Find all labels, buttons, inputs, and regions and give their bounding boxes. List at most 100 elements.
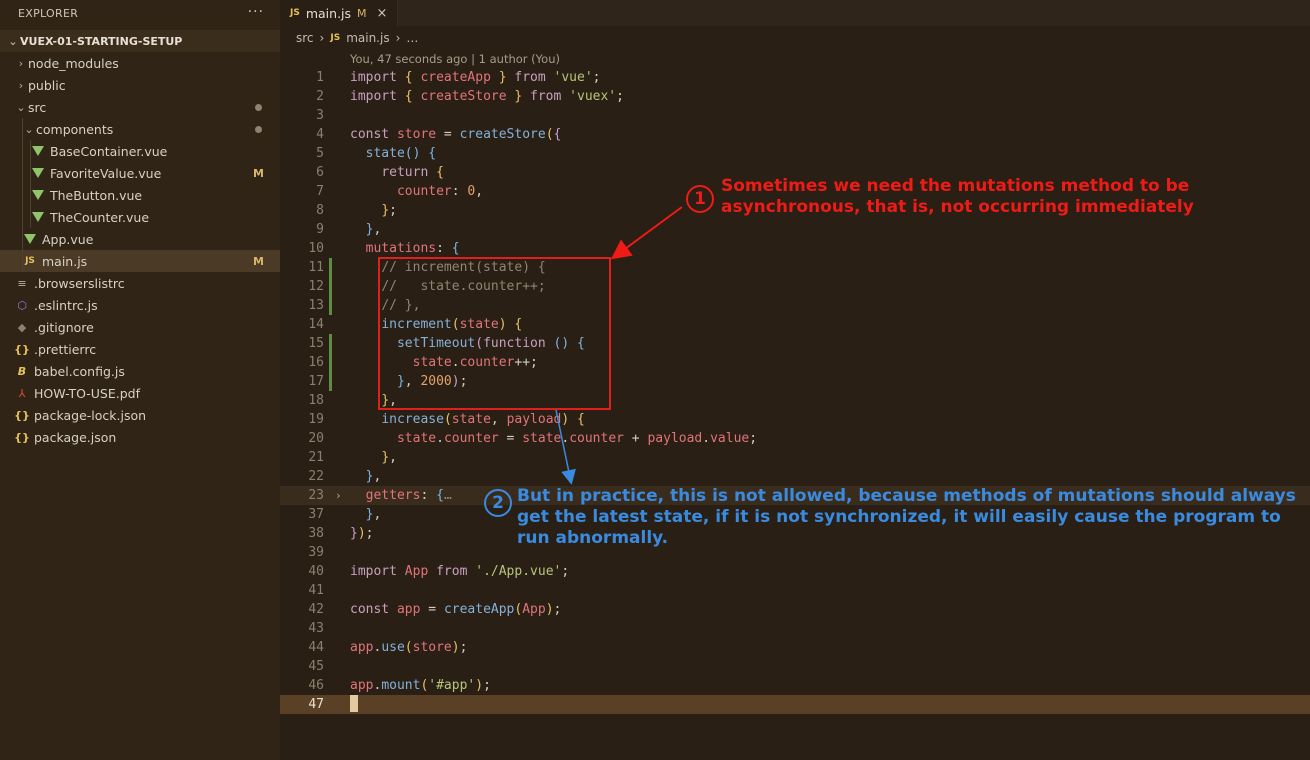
code-text: }, <box>365 469 382 484</box>
tree-item-label: babel.config.js <box>34 363 125 379</box>
code-text: import { createApp } from 'vue'; <box>350 70 601 85</box>
indent-guide <box>22 162 23 184</box>
code-line[interactable]: 45 <box>280 657 1310 676</box>
code-line[interactable]: 9 }, <box>280 220 1310 239</box>
line-number: 2 <box>316 89 324 104</box>
indent-guide <box>22 184 23 206</box>
code-line[interactable]: 3 <box>280 106 1310 125</box>
tree-item[interactable]: ⌄ src <box>0 96 280 118</box>
chevron-right-icon: › <box>395 31 401 45</box>
code-line[interactable]: 41 <box>280 581 1310 600</box>
code-line[interactable]: 1 import { createApp } from 'vue'; <box>280 68 1310 87</box>
code-line[interactable]: 2 import { createStore } from 'vuex'; <box>280 87 1310 106</box>
fold-chevron-icon[interactable]: › <box>335 486 342 505</box>
tab-bar: JS main.js M × <box>280 0 1310 26</box>
tree-item[interactable]: Bbabel.config.js <box>0 360 280 382</box>
vue-file-icon <box>22 231 38 247</box>
tree-item[interactable]: {} package-lock.json <box>0 404 280 426</box>
code-line[interactable]: 19 increase(state, payload) { <box>280 410 1310 429</box>
line-number: 9 <box>316 222 324 237</box>
close-icon[interactable]: × <box>377 6 388 21</box>
json-file-icon: {} <box>14 342 30 356</box>
tree-item-label: node_modules <box>28 55 119 71</box>
vue-file-icon <box>30 165 46 181</box>
tree-item[interactable]: {} package.json <box>0 426 280 448</box>
line-number: 46 <box>308 678 324 693</box>
code-text: import App from './App.vue'; <box>350 564 570 579</box>
code-text: return { <box>381 165 444 180</box>
code-text: }; <box>381 203 397 218</box>
line-number: 40 <box>308 564 324 579</box>
tree-item-label: .eslintrc.js <box>34 297 98 313</box>
code-line[interactable]: 22 }, <box>280 467 1310 486</box>
git-blame-lens[interactable]: You, 47 seconds ago | 1 author (You) <box>350 52 560 66</box>
breadcrumb-file[interactable]: main.js <box>346 31 389 45</box>
modified-dot-icon <box>255 125 262 133</box>
tree-item[interactable]: › node_modules <box>0 52 280 74</box>
annotation-1-text: Sometimes we need the mutations method t… <box>721 176 1194 217</box>
breadcrumb-src[interactable]: src <box>296 31 314 45</box>
code-text: }, <box>381 450 397 465</box>
more-actions-icon[interactable]: ··· <box>248 4 264 20</box>
explorer-title: EXPLORER <box>18 6 79 20</box>
tree-item[interactable]: {} .prettierrc <box>0 338 280 360</box>
tree-item-label: .browserslistrc <box>34 275 125 291</box>
line-number: 7 <box>316 184 324 199</box>
indent-guide <box>22 140 23 162</box>
code-line[interactable]: 43 <box>280 619 1310 638</box>
explorer-sidebar: EXPLORER ··· ⌄ VUEX-01-STARTING-SETUP › n… <box>0 0 280 760</box>
tree-item[interactable]: ⬡ .eslintrc.js <box>0 294 280 316</box>
tree-item[interactable]: FavoriteValue.vue M <box>0 162 280 184</box>
code-text: app.mount('#app'); <box>350 678 491 693</box>
code-line[interactable]: 20 state.counter = state.counter + paylo… <box>280 429 1310 448</box>
annotation-number-2: 2 <box>484 489 512 517</box>
tree-item[interactable]: App.vue <box>0 228 280 250</box>
tree-item[interactable]: JS main.js M <box>0 250 280 272</box>
tree-item[interactable]: ◆ .gitignore <box>0 316 280 338</box>
tree-item[interactable]: TheCounter.vue <box>0 206 280 228</box>
tree-item-label: package-lock.json <box>34 407 147 423</box>
json-file-icon: {} <box>14 430 30 444</box>
line-number: 15 <box>308 336 324 351</box>
code-line[interactable]: 46 app.mount('#app'); <box>280 676 1310 695</box>
line-number: 43 <box>308 621 324 636</box>
tab-main-js[interactable]: JS main.js M × <box>280 0 399 26</box>
indent-guide <box>30 184 31 206</box>
code-line[interactable]: 5 state() { <box>280 144 1310 163</box>
tree-item[interactable]: ≡ .browserslistrc <box>0 272 280 294</box>
chevron-down-icon: ⌄ <box>16 100 26 114</box>
code-text <box>350 695 358 715</box>
tree-item[interactable]: › public <box>0 74 280 96</box>
code-text: const app = createApp(App); <box>350 602 562 617</box>
tree-item[interactable]: BaseContainer.vue <box>0 140 280 162</box>
tree-item[interactable]: TheButton.vue <box>0 184 280 206</box>
code-line[interactable]: 47 <box>280 695 1310 714</box>
annotation-2-text: But in practice, this is not allowed, be… <box>517 486 1296 548</box>
indent-guide <box>30 206 31 228</box>
line-number: 18 <box>308 393 324 408</box>
code-line[interactable]: 42 const app = createApp(App); <box>280 600 1310 619</box>
code-line[interactable]: 4 const store = createStore({ <box>280 125 1310 144</box>
line-number: 45 <box>308 659 324 674</box>
code-text: app.use(store); <box>350 640 468 655</box>
project-root[interactable]: ⌄ VUEX-01-STARTING-SETUP <box>0 30 280 52</box>
tree-item-label: .gitignore <box>34 319 94 335</box>
code-line[interactable]: 21 }, <box>280 448 1310 467</box>
vue-file-icon <box>30 187 46 203</box>
config-file-icon: ≡ <box>17 276 27 290</box>
tree-item[interactable]: ⌄ components <box>0 118 280 140</box>
tree-item-label: .prettierrc <box>34 341 97 357</box>
modified-badge: M <box>253 254 264 268</box>
indent-guide <box>22 118 23 140</box>
line-number: 41 <box>308 583 324 598</box>
breadcrumb-symbol[interactable]: … <box>406 31 418 45</box>
line-number: 21 <box>308 450 324 465</box>
code-line[interactable]: 40 import App from './App.vue'; <box>280 562 1310 581</box>
line-number: 6 <box>316 165 324 180</box>
indent-guide <box>22 206 23 228</box>
code-line[interactable]: 10 mutations: { <box>280 239 1310 258</box>
tree-item[interactable]: ⅄ HOW-TO-USE.pdf <box>0 382 280 404</box>
code-text: }, <box>365 507 382 522</box>
js-file-icon: JS <box>330 33 341 43</box>
code-line[interactable]: 44 app.use(store); <box>280 638 1310 657</box>
